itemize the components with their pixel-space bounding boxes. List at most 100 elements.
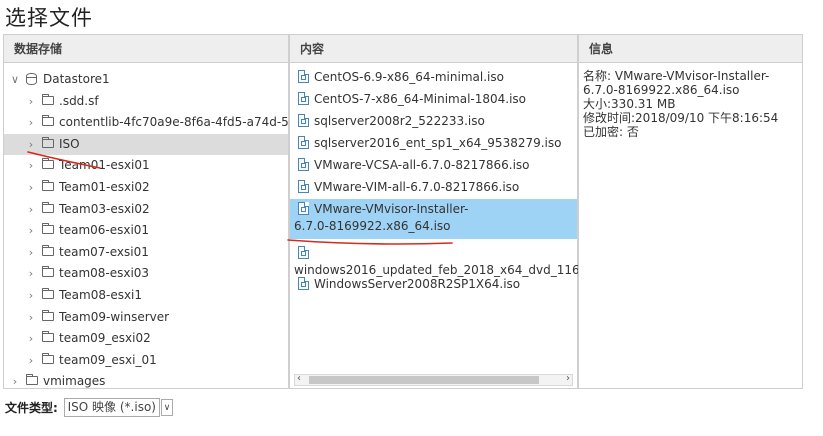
- tree-item-label: Team03-esxi02: [59, 201, 150, 216]
- file-item[interactable]: windows2016_updated_feb_2018_x64_dvd_116…: [290, 243, 595, 277]
- file-name: CentOS-7-x86_64-Minimal-1804.iso: [314, 92, 527, 106]
- file-item[interactable]: VMware-VMvisor-Installer- 6.7.0-8169922.x…: [290, 199, 577, 239]
- info-panel: 信息 名称: VMware-VMvisor-Installer- 6.7.0-8…: [578, 34, 803, 389]
- tree-item-label: Team09-winserver: [59, 309, 170, 324]
- chevron-right-icon[interactable]: ›: [26, 285, 36, 306]
- tree-item-label: contentlib-4fc70a9e-8f6a-4fd5-a74d-5...: [59, 115, 301, 130]
- iso-file-icon: [298, 136, 309, 149]
- file-type-row: 文件类型: ISO 映像 (*.iso) ∨: [5, 398, 173, 417]
- file-type-label: 文件类型:: [5, 401, 58, 415]
- folder-icon: [41, 288, 54, 299]
- folder-icon: [41, 309, 54, 321]
- file-item[interactable]: VMware-VCSA-all-6.7.0-8217866.iso: [290, 155, 577, 175]
- chevron-right-icon[interactable]: ›: [26, 263, 36, 284]
- info-name-line1: 名称: VMware-VMvisor-Installer-: [583, 69, 770, 83]
- tree-item-label: Team08-esxi1: [59, 288, 143, 302]
- scroll-left-icon[interactable]: ‹: [297, 373, 301, 384]
- folder-icon: [41, 244, 54, 256]
- chevron-right-icon[interactable]: ›: [26, 350, 36, 371]
- chevron-right-icon[interactable]: ›: [26, 177, 36, 198]
- file-item[interactable]: CentOS-7-x86_64-Minimal-1804.iso: [290, 89, 577, 109]
- folder-icon: [41, 115, 54, 127]
- iso-file-icon: [298, 246, 309, 259]
- tree-item[interactable]: › ISO: [4, 133, 288, 155]
- iso-file-icon: [298, 114, 309, 127]
- chevron-right-icon[interactable]: ›: [26, 199, 36, 220]
- tree-item-label: Datastore1: [43, 72, 110, 86]
- content-panel: 内容 CentOS-6.9-x86_64-minimal.iso CentOS-7…: [289, 34, 595, 389]
- tree-item-label: ISO: [59, 136, 80, 151]
- tree-item[interactable]: ∨ Datastore1: [4, 69, 288, 90]
- file-name: sqlserver2016_ent_sp1_x64_9538279.iso: [314, 136, 562, 150]
- tree-item[interactable]: › .sdd.sf: [4, 91, 288, 112]
- tree-item-label: Team01-esxi02: [59, 180, 150, 194]
- chevron-right-icon[interactable]: ›: [26, 220, 36, 241]
- tree-item[interactable]: › team08-esxi03: [4, 263, 288, 284]
- tree-item-label: team08-esxi03: [59, 266, 150, 281]
- folder-icon: [41, 201, 54, 213]
- tree-item-label: Team01-esxi01: [59, 158, 150, 173]
- tree-item-label: team06-esxi01: [59, 223, 150, 238]
- file-name: sqlserver2008r2_522233.iso: [314, 114, 485, 128]
- tree-item-label: team09_esxi02: [59, 331, 151, 346]
- iso-file-icon: [298, 92, 309, 105]
- file-info: 名称: VMware-VMvisor-Installer- 6.7.0-8169…: [579, 63, 802, 145]
- chevron-right-icon[interactable]: ›: [26, 307, 36, 328]
- file-type-select[interactable]: ISO 映像 (*.iso): [63, 398, 160, 417]
- horizontal-scrollbar[interactable]: ‹ ›: [294, 373, 573, 386]
- chevron-right-icon[interactable]: ›: [10, 371, 20, 392]
- tree-item[interactable]: › team06-esxi01: [4, 220, 288, 241]
- file-name: VMware-VCSA-all-6.7.0-8217866.iso: [314, 158, 530, 172]
- dropdown-chevron-icon[interactable]: ∨: [160, 399, 173, 416]
- iso-file-icon: [298, 202, 309, 215]
- tree-item-label: .sdd.sf: [59, 93, 99, 108]
- tree-item[interactable]: › Team09-winserver: [4, 307, 288, 328]
- datastore-panel: 数据存储 ∨ Datastore1 › .sdd.sf › contentlib-4fc7…: [3, 34, 300, 392]
- chevron-right-icon[interactable]: ›: [26, 155, 36, 176]
- scroll-right-icon[interactable]: ›: [566, 373, 570, 384]
- chevron-right-icon[interactable]: ›: [26, 91, 36, 112]
- datastore-panel-header: 数据存储: [4, 35, 288, 63]
- iso-file-icon: [298, 70, 309, 83]
- folder-icon: [41, 136, 54, 148]
- iso-file-icon: [298, 180, 309, 193]
- tree-item[interactable]: › Team08-esxi1: [4, 285, 288, 306]
- file-item[interactable]: sqlserver2016_ent_sp1_x64_9538279.iso: [290, 133, 577, 153]
- folder-icon: [25, 374, 38, 386]
- scrollbar-thumb[interactable]: [309, 376, 539, 384]
- tree-item[interactable]: › team07-exsi01: [4, 242, 288, 263]
- file-item[interactable]: CentOS-6.9-x86_64-minimal.iso: [290, 67, 577, 87]
- datastore-icon: [26, 73, 37, 85]
- file-name: WindowsServer2008R2SP1X64.iso: [314, 277, 521, 291]
- file-item[interactable]: VMware-VIM-all-6.7.0-8217866.iso: [290, 177, 577, 197]
- file-item[interactable]: sqlserver2008r2_522233.iso: [290, 111, 577, 131]
- info-modified: 修改时间:2018/09/10 下午8:16:54: [583, 111, 779, 125]
- file-item[interactable]: WindowsServer2008R2SP1X64.iso: [290, 274, 577, 294]
- file-name-continued: 6.7.0-8169922.x86_64.iso: [294, 219, 451, 233]
- info-size: 大小:330.31 MB: [583, 97, 676, 111]
- chevron-down-icon[interactable]: ∨: [10, 69, 20, 90]
- iso-file-icon: [298, 277, 309, 290]
- chevron-right-icon[interactable]: ›: [26, 328, 36, 349]
- tree-item[interactable]: › team09_esxi02: [4, 328, 288, 349]
- tree-item[interactable]: › Team01-esxi01: [4, 155, 288, 176]
- tree-item[interactable]: › team09_esxi_01: [4, 350, 288, 371]
- chevron-right-icon[interactable]: ›: [26, 112, 36, 133]
- tree-item[interactable]: › Team01-esxi02: [4, 177, 288, 198]
- tree-item[interactable]: › Team03-esxi02: [4, 199, 288, 220]
- folder-icon: [41, 93, 54, 105]
- dialog-title: 选择文件: [5, 6, 93, 30]
- folder-icon: [41, 331, 54, 343]
- info-panel-header: 信息: [579, 35, 802, 63]
- iso-file-icon: [298, 158, 309, 171]
- tree-item[interactable]: › vmimages: [4, 371, 288, 392]
- chevron-right-icon[interactable]: ›: [26, 242, 36, 263]
- folder-icon: [41, 352, 54, 364]
- chevron-right-icon[interactable]: ›: [26, 134, 36, 155]
- tree-item[interactable]: › contentlib-4fc70a9e-8f6a-4fd5-a74d-5...: [4, 112, 300, 133]
- folder-icon: [41, 180, 54, 191]
- tree-item-label: team07-exsi01: [59, 244, 149, 259]
- file-name: CentOS-6.9-x86_64-minimal.iso: [314, 70, 504, 84]
- file-name: VMware-VMvisor-Installer-: [314, 202, 469, 216]
- content-panel-header: 内容: [290, 35, 577, 63]
